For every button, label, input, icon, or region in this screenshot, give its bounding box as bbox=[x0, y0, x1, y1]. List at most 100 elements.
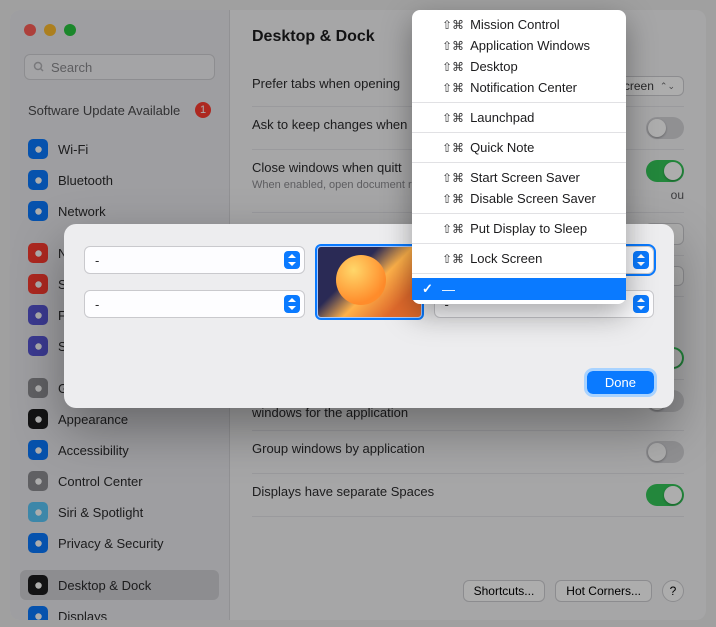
sidebar-icon bbox=[28, 243, 48, 263]
sidebar-item-privacy-security[interactable]: Privacy & Security bbox=[20, 528, 219, 558]
menu-item-label: Launchpad bbox=[470, 110, 534, 125]
chevron-updown-icon bbox=[633, 295, 649, 313]
dd-value: - bbox=[95, 253, 99, 268]
menu-item-start-screen-saver[interactable]: ⇧⌘ Start Screen Saver bbox=[412, 167, 626, 188]
sidebar-item-control-center[interactable]: Control Center bbox=[20, 466, 219, 496]
menu-item-notification-center[interactable]: ⇧⌘ Notification Center bbox=[412, 77, 626, 98]
modifier-glyph: ⇧⌘ bbox=[442, 39, 464, 53]
sidebar-item-label: Desktop & Dock bbox=[58, 578, 151, 593]
sidebar-item-label: Control Center bbox=[58, 474, 143, 489]
sidebar-icon bbox=[28, 336, 48, 356]
menu-item-put-display-to-sleep[interactable]: ⇧⌘ Put Display to Sleep bbox=[412, 218, 626, 239]
group-by-app-switch[interactable] bbox=[646, 441, 684, 463]
ask-changes-switch[interactable] bbox=[646, 117, 684, 139]
hot-corner-menu[interactable]: ⇧⌘ Mission Control⇧⌘ Application Windows… bbox=[412, 10, 626, 304]
menu-item-label: Quick Note bbox=[470, 140, 534, 155]
done-button[interactable]: Done bbox=[587, 371, 654, 394]
separate-spaces-switch[interactable] bbox=[646, 484, 684, 506]
check-icon: ✓ bbox=[422, 281, 436, 297]
chevron-updown-icon bbox=[284, 295, 300, 313]
shortcuts-button[interactable]: Shortcuts... bbox=[463, 580, 546, 602]
modifier-glyph: ⇧⌘ bbox=[442, 60, 464, 74]
group-by-app-label: Group windows by application bbox=[252, 441, 630, 456]
zoom-window-button[interactable] bbox=[64, 24, 76, 36]
sidebar-item-appearance[interactable]: Appearance bbox=[20, 404, 219, 434]
menu-item-label: Put Display to Sleep bbox=[470, 221, 587, 236]
sidebar-item-label: Wi-Fi bbox=[58, 142, 88, 157]
sidebar-item-displays[interactable]: Displays bbox=[20, 601, 219, 620]
sidebar-icon bbox=[28, 575, 48, 595]
menu-item-application-windows[interactable]: ⇧⌘ Application Windows bbox=[412, 35, 626, 56]
sidebar-item-label: Privacy & Security bbox=[58, 536, 163, 551]
sidebar-icon bbox=[28, 305, 48, 325]
menu-item-label: Notification Center bbox=[470, 80, 577, 95]
sidebar-item-siri-spotlight[interactable]: Siri & Spotlight bbox=[20, 497, 219, 527]
menu-item-lock-screen[interactable]: ⇧⌘ Lock Screen bbox=[412, 248, 626, 269]
menu-item-label: Application Windows bbox=[470, 38, 590, 53]
sidebar-icon bbox=[28, 201, 48, 221]
modifier-glyph: ⇧⌘ bbox=[442, 222, 464, 236]
sidebar-icon bbox=[28, 471, 48, 491]
close-windows-switch[interactable] bbox=[646, 160, 684, 182]
menu-item-quick-note[interactable]: ⇧⌘ Quick Note bbox=[412, 137, 626, 158]
modifier-glyph: ⇧⌘ bbox=[442, 192, 464, 206]
sidebar-item-desktop-dock[interactable]: Desktop & Dock bbox=[20, 570, 219, 600]
software-update-label: Software Update Available bbox=[28, 103, 180, 118]
modifier-glyph: ⇧⌘ bbox=[442, 18, 464, 32]
menu-item-label: Mission Control bbox=[470, 17, 560, 32]
separate-spaces-row: Displays have separate Spaces bbox=[252, 474, 684, 517]
search-icon bbox=[33, 61, 45, 73]
sidebar-icon bbox=[28, 139, 48, 159]
sidebar-item-label: Bluetooth bbox=[58, 173, 113, 188]
sidebar-item-label: Displays bbox=[58, 609, 107, 621]
close-window-button[interactable] bbox=[24, 24, 36, 36]
bottom-left-corner-dropdown[interactable]: - bbox=[84, 290, 305, 318]
sidebar-icon bbox=[28, 274, 48, 294]
window-controls bbox=[24, 24, 76, 36]
sidebar-item-label: Appearance bbox=[58, 412, 128, 427]
menu-item-none[interactable]: ✓— bbox=[412, 278, 626, 300]
sidebar-item-label: Network bbox=[58, 204, 106, 219]
sidebar-icon bbox=[28, 170, 48, 190]
sidebar-icon bbox=[28, 440, 48, 460]
top-left-corner-dropdown[interactable]: - bbox=[84, 246, 305, 274]
modifier-glyph: ⇧⌘ bbox=[442, 141, 464, 155]
sidebar-icon bbox=[28, 533, 48, 553]
modifier-glyph: ⇧⌘ bbox=[442, 81, 464, 95]
dd-value: - bbox=[95, 297, 99, 312]
menu-item-launchpad[interactable]: ⇧⌘ Launchpad bbox=[412, 107, 626, 128]
menu-item-label: Lock Screen bbox=[470, 251, 542, 266]
chevron-updown-icon: ⌃⌄ bbox=[660, 81, 675, 92]
menu-item-mission-control[interactable]: ⇧⌘ Mission Control bbox=[412, 14, 626, 35]
chevron-updown-icon bbox=[284, 251, 300, 269]
sidebar-icon bbox=[28, 378, 48, 398]
sidebar-icon bbox=[28, 409, 48, 429]
menu-item-label: Disable Screen Saver bbox=[470, 191, 596, 206]
desktop-thumbnail bbox=[317, 246, 422, 318]
bottom-buttons: Shortcuts... Hot Corners... ? bbox=[463, 580, 684, 602]
minimize-window-button[interactable] bbox=[44, 24, 56, 36]
menu-item-label: Start Screen Saver bbox=[470, 170, 580, 185]
hot-corners-button[interactable]: Hot Corners... bbox=[555, 580, 652, 602]
sidebar-item-network[interactable]: Network bbox=[20, 196, 219, 226]
sidebar-icon bbox=[28, 606, 48, 620]
menu-item-label: Desktop bbox=[470, 59, 518, 74]
search-placeholder: Search bbox=[51, 60, 92, 75]
chevron-updown-icon bbox=[633, 251, 649, 269]
sidebar-item-bluetooth[interactable]: Bluetooth bbox=[20, 165, 219, 195]
software-update-row[interactable]: Software Update Available 1 bbox=[20, 96, 219, 124]
menu-item-label: — bbox=[442, 282, 455, 297]
sidebar-item-wi-fi[interactable]: Wi-Fi bbox=[20, 134, 219, 164]
menu-item-desktop[interactable]: ⇧⌘ Desktop bbox=[412, 56, 626, 77]
sidebar-item-accessibility[interactable]: Accessibility bbox=[20, 435, 219, 465]
help-button[interactable]: ? bbox=[662, 580, 684, 602]
modifier-glyph: ⇧⌘ bbox=[442, 111, 464, 125]
modifier-glyph: ⇧⌘ bbox=[442, 171, 464, 185]
modifier-glyph: ⇧⌘ bbox=[442, 252, 464, 266]
sidebar-item-label: Accessibility bbox=[58, 443, 129, 458]
menu-item-disable-screen-saver[interactable]: ⇧⌘ Disable Screen Saver bbox=[412, 188, 626, 209]
sidebar-icon bbox=[28, 502, 48, 522]
search-input[interactable]: Search bbox=[24, 54, 215, 80]
group-by-app-row: Group windows by application bbox=[252, 431, 684, 474]
sidebar-item-label: Siri & Spotlight bbox=[58, 505, 143, 520]
